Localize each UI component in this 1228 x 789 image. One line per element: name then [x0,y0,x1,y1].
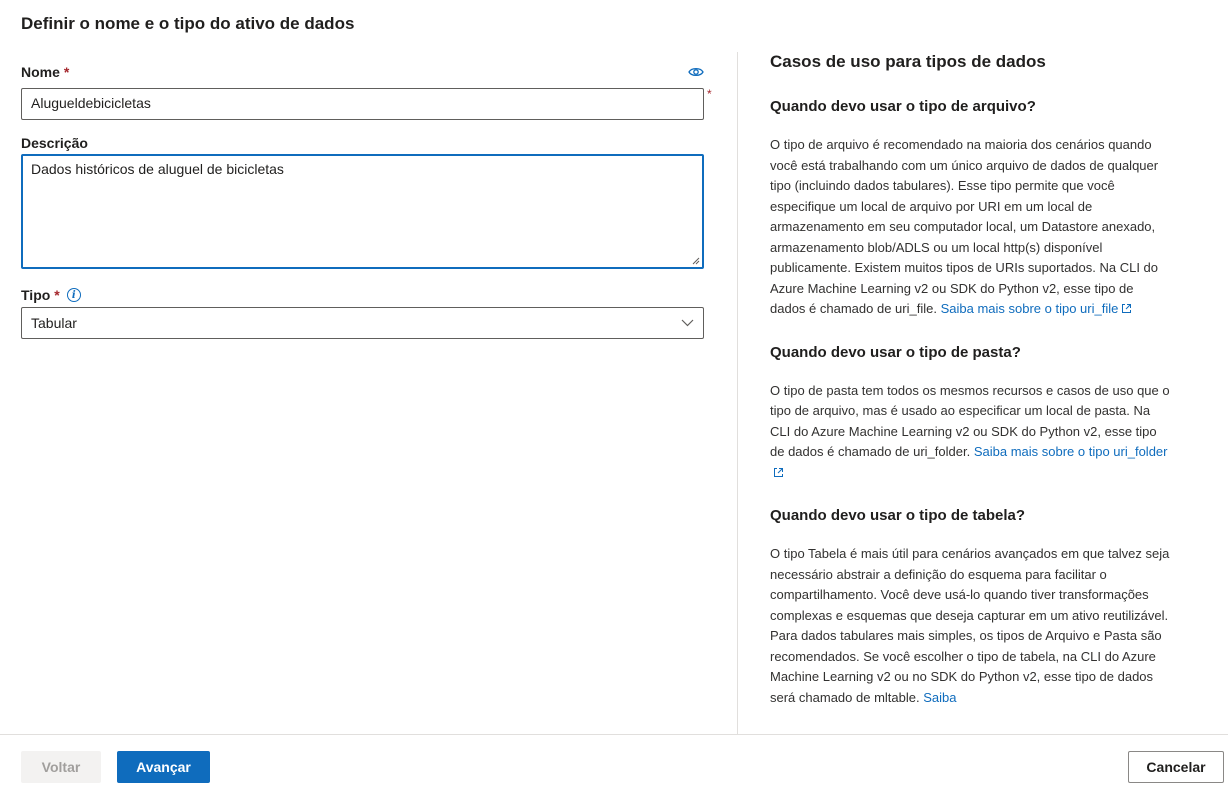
name-label-text: Nome [21,64,60,80]
required-marker: * [707,87,712,101]
info-icon[interactable]: i [66,288,81,302]
type-label: Tipo * i [21,283,704,307]
eye-icon[interactable] [688,65,704,83]
section-title-table: Quando devo usar o tipo de tabela? [770,507,1026,524]
required-marker: * [54,287,60,303]
next-button[interactable]: Avançar [117,751,210,783]
external-link-icon [1122,304,1132,313]
cancel-button[interactable]: Cancelar [1128,751,1224,783]
section-body-table: O tipo Tabela é mais útil para cenários … [770,546,1170,705]
learn-more-uri-file-text: Saiba mais sobre o tipo uri_file [940,301,1119,316]
chevron-down-icon [681,319,694,327]
section-text-table: O tipo Tabela é mais útil para cenários … [770,544,1170,708]
section-text-folder: O tipo de pasta tem todos os mesmos recu… [770,381,1170,484]
type-selected-value: Tabular [31,315,77,331]
learn-more-mltable-link[interactable]: Saiba [923,690,956,705]
section-body-file: O tipo de arquivo é recomendado na maior… [770,137,1159,316]
learn-more-uri-file-link[interactable]: Saiba mais sobre o tipo uri_file [941,301,1133,316]
type-label-text: Tipo [21,287,51,303]
description-text: Dados históricos de aluguel de bicicleta… [31,161,284,177]
section-title-file: Quando devo usar o tipo de arquivo? [770,98,1036,115]
name-input[interactable]: Alugueldebicicletas [21,88,704,120]
help-panel: Casos de uso para tipos de dados Quando … [770,52,1170,734]
footer-divider [0,734,1228,735]
name-label-row: Nome * [21,64,704,88]
section-text-file: O tipo de arquivo é recomendado na maior… [770,135,1170,320]
description-label: Descrição [21,135,88,151]
name-label: Nome * [21,64,704,80]
section-title-folder: Quando devo usar o tipo de pasta? [770,343,1021,361]
external-link-icon [774,467,783,477]
page-title: Definir o nome e o tipo do ativo de dado… [21,14,355,33]
vertical-divider [737,52,738,735]
asset-form: Nome * Alugueldebicicletas Descrição Dad… [21,64,704,339]
learn-more-uri-folder-text: Saiba mais sobre o tipo uri_folder [973,444,1168,459]
type-dropdown[interactable]: Tabular [21,307,704,339]
help-panel-heading: Casos de uso para tipos de dados [770,52,1046,71]
resize-grip-icon[interactable] [692,257,700,265]
back-button[interactable]: Voltar [21,751,101,783]
description-textarea[interactable]: Dados históricos de aluguel de bicicleta… [21,154,704,269]
required-marker: * [63,64,70,80]
